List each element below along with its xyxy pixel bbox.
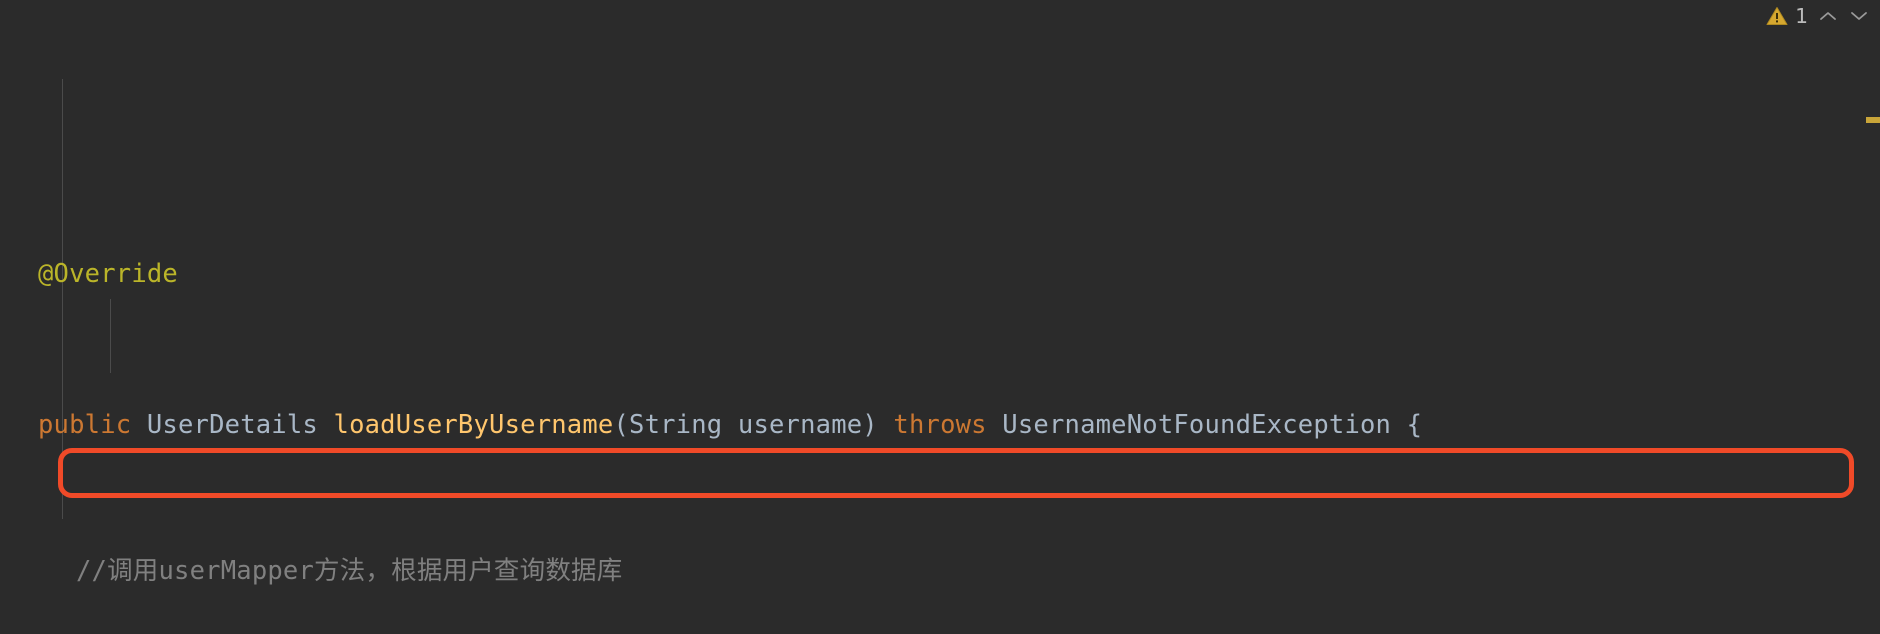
code-line-2[interactable]: public UserDetails loadUserByUsername(St… bbox=[0, 407, 1880, 444]
chevron-down-icon[interactable] bbox=[1848, 9, 1870, 23]
inspection-widget[interactable]: 1 bbox=[1766, 4, 1870, 28]
warning-count: 1 bbox=[1795, 4, 1808, 28]
warning-triangle-icon bbox=[1766, 6, 1788, 26]
method-declaration-name: loadUserByUsername bbox=[333, 410, 614, 440]
indent-guide-level2 bbox=[110, 299, 111, 373]
keyword-throws: throws bbox=[893, 410, 987, 440]
exception-type: UsernameNotFoundException { bbox=[986, 410, 1423, 440]
gutter-warning-marker[interactable] bbox=[1866, 117, 1880, 123]
code-content[interactable]: @Override public UserDetails loadUserByU… bbox=[0, 0, 1880, 634]
method-params: (String username) bbox=[613, 410, 894, 440]
chevron-up-icon[interactable] bbox=[1817, 9, 1839, 23]
code-line-3[interactable]: //调用userMapper方法，根据用户查询数据库 bbox=[0, 553, 1880, 590]
comment-text: //调用userMapper方法，根据用户查询数据库 bbox=[76, 556, 623, 586]
keyword-public: public bbox=[38, 410, 132, 440]
override-annotation: @Override bbox=[38, 258, 178, 289]
warning-group[interactable]: 1 bbox=[1766, 4, 1808, 28]
code-editor[interactable]: @Override public UserDetails loadUserByU… bbox=[0, 0, 1880, 634]
type-userdetails: UserDetails bbox=[131, 410, 334, 440]
code-line-1[interactable]: @Override bbox=[0, 256, 1880, 298]
indent-guide-level1 bbox=[62, 79, 63, 519]
